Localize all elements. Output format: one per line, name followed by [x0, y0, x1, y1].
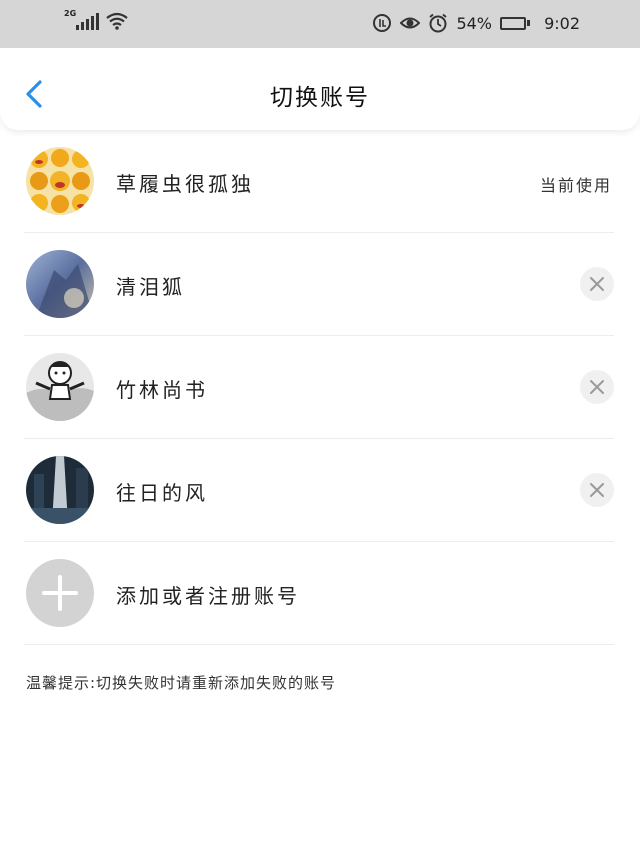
plus-icon	[42, 575, 78, 611]
top-bar: 切换账号	[0, 48, 640, 130]
add-account-label: 添加或者注册账号	[116, 584, 300, 608]
account-row[interactable]: 竹林尚书	[0, 336, 640, 439]
close-icon	[590, 277, 604, 291]
signal-icon	[76, 13, 100, 30]
remove-account-button[interactable]	[580, 473, 614, 507]
account-name: 往日的风	[116, 481, 208, 505]
alarm-icon	[429, 13, 448, 33]
account-list: 草履虫很孤独 当前使用 清泪狐 竹林尚书 往日的风 添加或者注册账号	[0, 130, 640, 645]
battery-percent: 54%	[456, 13, 492, 33]
avatar	[26, 250, 94, 318]
network-type: 2G	[64, 9, 77, 18]
status-bar: 2G 54% 9:02	[0, 0, 640, 48]
battery-icon	[500, 16, 530, 30]
account-name: 竹林尚书	[116, 378, 208, 402]
remove-account-button[interactable]	[580, 370, 614, 404]
account-row[interactable]: 清泪狐	[0, 233, 640, 336]
clock: 9:02	[544, 14, 580, 33]
tip-text: 温馨提示:切换失败时请重新添加失败的账号	[26, 674, 337, 692]
data-saver-icon	[373, 14, 392, 32]
close-icon	[590, 483, 604, 497]
account-row-current[interactable]: 草履虫很孤独 当前使用	[0, 130, 640, 233]
avatar	[26, 353, 94, 421]
account-row[interactable]: 往日的风	[0, 439, 640, 542]
add-account-circle	[26, 559, 94, 627]
account-name: 清泪狐	[116, 275, 185, 299]
avatar	[26, 456, 94, 524]
account-name: 草履虫很孤独	[116, 172, 254, 196]
status-left: 2G	[64, 9, 129, 30]
remove-account-button[interactable]	[580, 267, 614, 301]
add-account-row[interactable]: 添加或者注册账号	[0, 542, 640, 645]
current-use-badge: 当前使用	[539, 176, 612, 195]
page-title: 切换账号	[270, 85, 370, 111]
wifi-icon	[106, 12, 128, 30]
close-icon	[590, 380, 604, 394]
eye-icon	[400, 17, 421, 29]
avatar	[26, 147, 94, 215]
status-right: 54%	[372, 13, 530, 33]
